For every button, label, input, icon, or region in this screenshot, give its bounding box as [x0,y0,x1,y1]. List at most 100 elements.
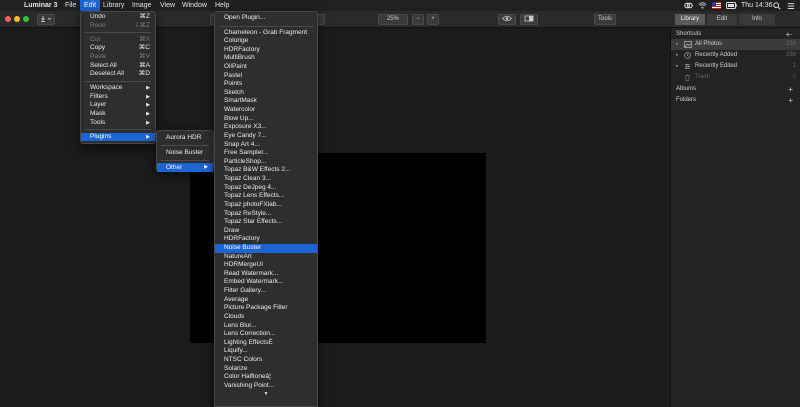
tab-info[interactable]: Info [739,14,775,25]
window-close-button[interactable] [5,16,11,22]
edit-menu-item-tools[interactable]: Tools ▶ [81,119,155,128]
plugin-item-free-sampler[interactable]: Free Sampler... [215,149,317,158]
edit-menu-item-paste[interactable]: Paste ⌘V [81,53,155,62]
albums-header[interactable]: Albums + [671,84,800,95]
scroll-down-arrow-icon[interactable]: ▼ [215,391,317,397]
battery-icon[interactable] [726,0,737,11]
open-plugin-item[interactable]: Open Plugin... [215,14,317,23]
spotlight-search-icon[interactable] [773,0,781,11]
plugins-menu-item-other[interactable]: Other ▶ [157,163,213,172]
zoom-level-select[interactable]: 25% [378,14,408,25]
plugin-item-hdrmergeui[interactable]: HDRMergeUI [215,261,317,270]
tab-edit[interactable]: Edit [707,14,737,25]
window-minimize-button[interactable] [14,16,20,22]
plugin-item-pastel[interactable]: Pastel [215,72,317,81]
plugin-item-embed-watermark[interactable]: Embed Watermark... [215,278,317,287]
plugin-item-watercolor[interactable]: Watercolor [215,106,317,115]
plugin-item-hdrfactory[interactable]: HDRFactory [215,235,317,244]
plugin-item-topaz-dejpeg-4[interactable]: Topaz DeJpeg 4... [215,184,317,193]
compare-button[interactable] [520,14,538,25]
edit-menu-item-copy[interactable]: Copy ⌘C [81,44,155,53]
disclosure-arrow-icon[interactable]: ▸ [676,39,679,50]
menu-help[interactable]: Help [211,0,233,11]
plugin-item-read-watermark[interactable]: Read Watermark... [215,270,317,279]
plugin-item-snap-art-4[interactable]: Snap Art 4... [215,141,317,150]
plugin-item-natureart[interactable]: NatureArt [215,253,317,262]
plugin-item-draw[interactable]: Draw [215,227,317,236]
add-folder-icon[interactable]: + [788,95,793,106]
plugin-item-average[interactable]: Average [215,296,317,305]
plugin-item-oilpaint[interactable]: OilPaint [215,63,317,72]
plugin-item-smartmask[interactable]: SmartMask [215,97,317,106]
plugin-item-color-halftone[interactable]: Color Halftoneâ¦ [215,373,317,382]
plugin-item-sketch[interactable]: Sketch [215,89,317,98]
menu-edit[interactable]: Edit [80,0,101,11]
plugin-item-eye-candy-7[interactable]: Eye Candy 7... [215,132,317,141]
menu-file[interactable]: File [61,0,80,11]
zoom-in-button[interactable]: + [427,14,439,25]
plugin-item-multibrush[interactable]: MultiBrush [215,54,317,63]
menu-library[interactable]: Library [99,0,128,11]
plugin-item-exposure-x3[interactable]: Exposure X3... [215,123,317,132]
shortcut-recently-added[interactable]: ▸ Recently Added 238 [671,50,800,61]
add-album-icon[interactable]: + [788,84,793,95]
notification-center-icon[interactable] [787,0,795,11]
plugin-item-picture-package-filter[interactable]: Picture Package Filter [215,304,317,313]
plugin-item-topaz-b-w-effects-2[interactable]: Topaz B&W Effects 2... [215,166,317,175]
plugin-item-topaz-restyle[interactable]: Topaz ReStyle... [215,210,317,219]
plugin-item-colorige[interactable]: Colorige [215,37,317,46]
plugin-item-particleshop[interactable]: ParticleShop... [215,158,317,167]
edit-menu-item-workspace[interactable]: Workspace ▶ [81,84,155,93]
menu-image[interactable]: Image [128,0,155,11]
plugin-item-vanishing-point[interactable]: Vanishing Point... [215,382,317,391]
plugin-item-lighting-effects[interactable]: Lighting EffectsÉ [215,339,317,348]
folders-header[interactable]: Folders + [671,95,800,106]
wifi-icon[interactable] [698,0,707,11]
input-source-flag-icon[interactable] [712,0,721,11]
plugin-item-ntsc-colors[interactable]: NTSC Colors [215,356,317,365]
apple-menu[interactable] [4,0,12,11]
plugin-item-topaz-lens-effects[interactable]: Topaz Lens Effects... [215,192,317,201]
shortcut-recently-edited[interactable]: ▸ Recently Edited 1 [671,61,800,72]
plugin-item-filter-gallery[interactable]: Filter Gallery... [215,287,317,296]
disclosure-arrow-icon[interactable]: ▸ [676,50,679,61]
disclosure-arrow-icon[interactable]: ▸ [676,61,679,72]
plugin-item-lens-blur[interactable]: Lens Blur... [215,322,317,331]
clock[interactable]: Thu 14:36 [741,0,773,11]
edit-menu-item-layer[interactable]: Layer ▶ [81,101,155,110]
plugin-item-solarize[interactable]: Solarize [215,365,317,374]
tab-library[interactable]: Library [675,14,705,25]
import-button[interactable] [37,14,55,25]
plugin-item-clouds[interactable]: Clouds [215,313,317,322]
preview-eye-button[interactable] [498,14,516,25]
menu-view[interactable]: View [156,0,179,11]
tools-dropdown[interactable]: Tools [594,14,616,25]
zoom-out-button[interactable]: − [412,14,424,25]
shortcut-all-photos[interactable]: ▸ All Photos 238 [671,39,800,50]
edit-menu-item-mask[interactable]: Mask ▶ [81,110,155,119]
plugins-menu-item-aurora-hdr[interactable]: Aurora HDR [157,133,213,142]
plugin-item-hdrfactory[interactable]: HDRFactory [215,46,317,55]
plugins-menu-item-noise-buster[interactable]: Noise Buster [157,148,213,157]
plugin-item-topaz-photofxlab[interactable]: Topaz photoFXlab... [215,201,317,210]
edit-menu-item-select-all[interactable]: Select All ⌘A [81,62,155,71]
plugin-item-topaz-star-effects[interactable]: Topaz Star Effects... [215,218,317,227]
plugin-item-lens-correction[interactable]: Lens Correction... [215,330,317,339]
menu-window[interactable]: Window [178,0,211,11]
edit-menu-item-filters[interactable]: Filters ▶ [81,93,155,102]
plugin-item-topaz-clean-3[interactable]: Topaz Clean 3... [215,175,317,184]
plugin-item-chameleon-grab-fragment[interactable]: Chameleon - Grab Fragment [215,29,317,38]
edit-menu-item-cut[interactable]: Cut ⌘X [81,36,155,45]
edit-menu-item-undo[interactable]: Undo ⌘Z [81,13,155,22]
plugin-item-points[interactable]: Points [215,80,317,89]
window-zoom-button[interactable] [23,16,29,22]
edit-menu-item-deselect-all[interactable]: Deselect All ⌘D [81,70,155,79]
plugin-item-blow-up[interactable]: Blow Up... [215,115,317,124]
plugin-item-liquify[interactable]: Liquify... [215,347,317,356]
creative-cloud-icon[interactable] [684,0,693,11]
menu-app-name[interactable]: Luminar 3 [20,0,61,11]
shortcut-trash[interactable]: Trash 0 [671,72,800,83]
edit-menu-item-plugins[interactable]: Plugins ▶ [81,132,155,142]
edit-menu-item-redo[interactable]: Redo ⇧⌘Z [81,22,155,31]
plugin-item-noise-buster[interactable]: Noise Buster [215,244,317,253]
